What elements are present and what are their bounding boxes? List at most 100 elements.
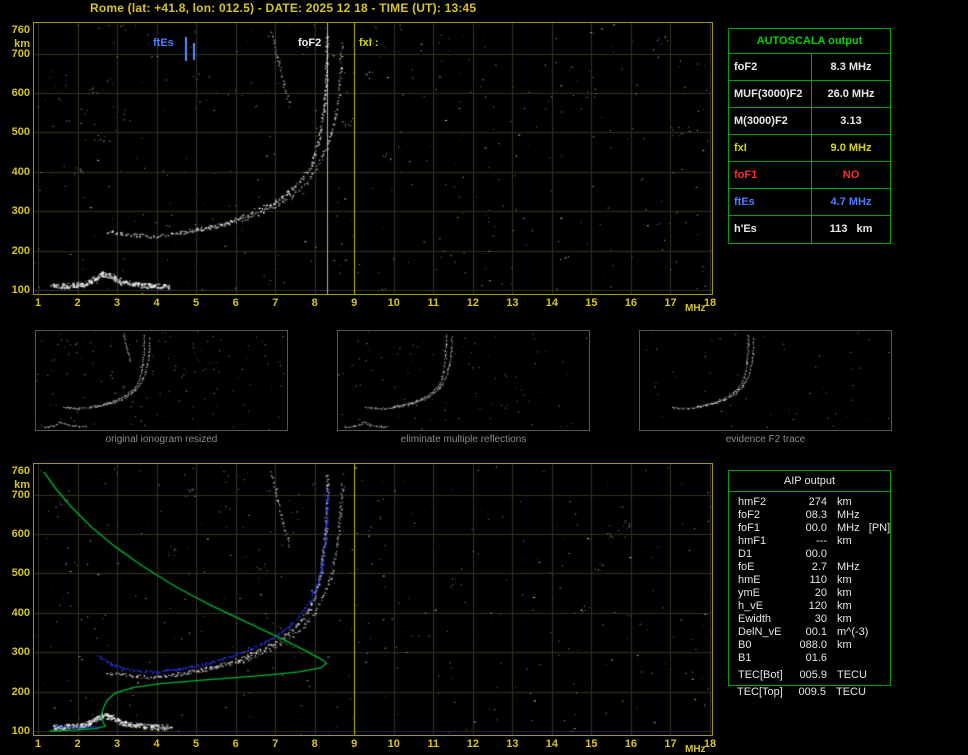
aip-param-label: B1 — [738, 652, 752, 664]
x-tick-8: 8 — [311, 738, 318, 750]
x-tick-10: 10 — [387, 297, 400, 309]
autoscala-table-rows: foF2 8.3 MHz MUF(3000)F2 26.0 MHz M(3000)F2 3… — [729, 54, 890, 243]
x-tick-14: 14 — [545, 297, 558, 309]
x-tick-7: 7 — [272, 738, 279, 750]
aip-param-value: 2.7 — [811, 561, 827, 573]
aip-param-label: foF2 — [738, 509, 761, 521]
thumbnail-f2-trace — [639, 330, 892, 431]
aip-row-foF1: foF1 00.0 MHz [PN] — [729, 522, 890, 535]
autoscala-param-label: foF1 — [729, 162, 812, 188]
y-tick-400: 400 — [11, 606, 30, 619]
ionogram-bottom-plot — [33, 463, 713, 736]
thumbnail-f2-trace-caption: evidence F2 trace — [725, 434, 806, 445]
x-tick-5: 5 — [193, 297, 200, 309]
aip-param-unit: km — [837, 496, 852, 508]
autoscala-param-value: NO — [842, 169, 860, 181]
aip-param-unit: MHz — [837, 509, 860, 521]
aip-param-unit: MHz — [837, 561, 860, 573]
x-tick-9: 9 — [351, 297, 358, 309]
aip-param-value: --- — [816, 535, 827, 547]
aip-tec-bot-row: TEC[Bot] 005.9 TECU — [729, 669, 890, 685]
x-tick-1: 1 — [34, 738, 42, 750]
autoscala-param-value: 3.13 — [840, 115, 862, 127]
aip-param-unit: km — [837, 613, 852, 625]
aip-row-foE: foE 2.7 MHz — [729, 561, 890, 574]
x-tick-13: 13 — [506, 297, 519, 309]
x-tick-16: 16 — [624, 297, 638, 309]
aip-param-value: 110 — [809, 574, 827, 586]
aip-param-label: hmF2 — [738, 496, 767, 508]
y-axis-unit: km — [14, 38, 30, 50]
x-tick-18: 18 — [703, 738, 717, 750]
aip-param-value: 005.9 — [799, 669, 827, 681]
autoscala-param-label: h'Es — [729, 216, 812, 243]
x-tick-11: 11 — [427, 738, 440, 750]
thumbnail-original-ionogram — [35, 330, 288, 431]
aip-row-ymE: ymE 20 km — [729, 587, 890, 600]
aip-param-unit: TECU — [836, 686, 866, 698]
aip-row-TEC[Top]: TEC[Top] 009.5 TECU — [728, 686, 891, 699]
x-tick-2: 2 — [74, 738, 81, 750]
y-tick-760: 760 — [11, 465, 30, 477]
aip-tec-top-row: TEC[Top] 009.5 TECU — [728, 686, 891, 699]
aip-row-hmF2: hmF2 274 km — [729, 496, 890, 509]
autoscala-param-label: fxI — [729, 135, 812, 161]
x-tick-9: 9 — [351, 738, 358, 750]
autoscala-window: Rome (lat: +41.8, lon: 012.5) - DATE: 20… — [0, 0, 968, 755]
autoscala-row-M(3000)F2: M(3000)F2 3.13 — [729, 108, 890, 135]
aip-row-B0: B0 088.0 km — [729, 639, 890, 652]
aip-param-label: hmE — [738, 574, 761, 586]
autoscala-table-header: AUTOSCALA output — [729, 29, 890, 54]
x-tick-4: 4 — [153, 738, 160, 750]
x-tick-6: 6 — [232, 738, 239, 750]
autoscala-row-fxI: fxI 9.0 MHz — [729, 135, 890, 162]
aip-param-label: h_vE — [738, 600, 764, 612]
y-tick-300: 300 — [11, 646, 30, 659]
y-tick-100: 100 — [11, 725, 30, 737]
aip-row-DelN_vE: DelN_vE 00.1 m^(-3) — [729, 626, 890, 639]
aip-param-unit: MHz [PN] — [837, 522, 891, 534]
aip-param-label: DelN_vE — [738, 626, 782, 638]
aip-param-label: hmF1 — [738, 535, 767, 547]
x-tick-12: 12 — [466, 738, 479, 750]
x-tick-15: 15 — [585, 738, 598, 750]
aip-param-unit: km — [837, 574, 852, 586]
x-tick-2: 2 — [74, 297, 81, 309]
aip-param-unit — [827, 652, 837, 665]
x-tick-13: 13 — [506, 738, 519, 750]
autoscala-param-value: 9.0 MHz — [830, 142, 872, 154]
thumbnail-eliminate-multiples-caption: eliminate multiple reflections — [400, 434, 527, 445]
x-tick-17: 17 — [664, 297, 677, 309]
aip-param-label: D1 — [738, 548, 753, 560]
y-tick-600: 600 — [11, 528, 30, 541]
autoscala-output-table: AUTOSCALA output foF2 8.3 MHz MUF(3000)F2 2… — [728, 28, 891, 244]
x-tick-17: 17 — [664, 738, 677, 750]
autoscala-param-value: 4.7 MHz — [830, 196, 872, 208]
aip-param-unit — [827, 548, 837, 561]
autoscala-param-value: 113 km — [829, 223, 873, 235]
aip-row-foF2: foF2 08.3 MHz — [729, 509, 890, 522]
x-axis-unit: MHz — [685, 744, 706, 755]
y-tick-200: 200 — [11, 244, 30, 257]
thumbnail-f2-trace-canvas — [640, 331, 891, 430]
x-tick-6: 6 — [232, 297, 239, 309]
aip-row-D1: D1 00.0 — [729, 548, 890, 561]
y-tick-500: 500 — [11, 126, 30, 139]
autoscala-row-foF2: foF2 8.3 MHz — [729, 54, 890, 81]
aip-param-unit: km — [837, 600, 852, 612]
aip-param-label: foE — [738, 561, 755, 573]
aip-table-header: AIP output — [729, 471, 890, 492]
x-tick-7: 7 — [272, 297, 279, 309]
x-tick-15: 15 — [585, 297, 598, 309]
y-tick-760: 760 — [11, 24, 30, 36]
aip-param-value: 20 — [814, 587, 827, 599]
aip-row-B1: B1 01.6 — [729, 652, 890, 665]
x-tick-11: 11 — [427, 297, 440, 309]
aip-param-label: TEC[Bot] — [738, 669, 783, 681]
ionogram-top-canvas — [34, 23, 712, 294]
aip-row-Ewidth: Ewidth 30 km — [729, 613, 890, 626]
autoscala-param-label: ftEs — [729, 189, 812, 215]
x-tick-1: 1 — [34, 297, 42, 309]
aip-param-label: Ewidth — [738, 613, 772, 625]
thumbnail-original-canvas — [36, 331, 287, 430]
